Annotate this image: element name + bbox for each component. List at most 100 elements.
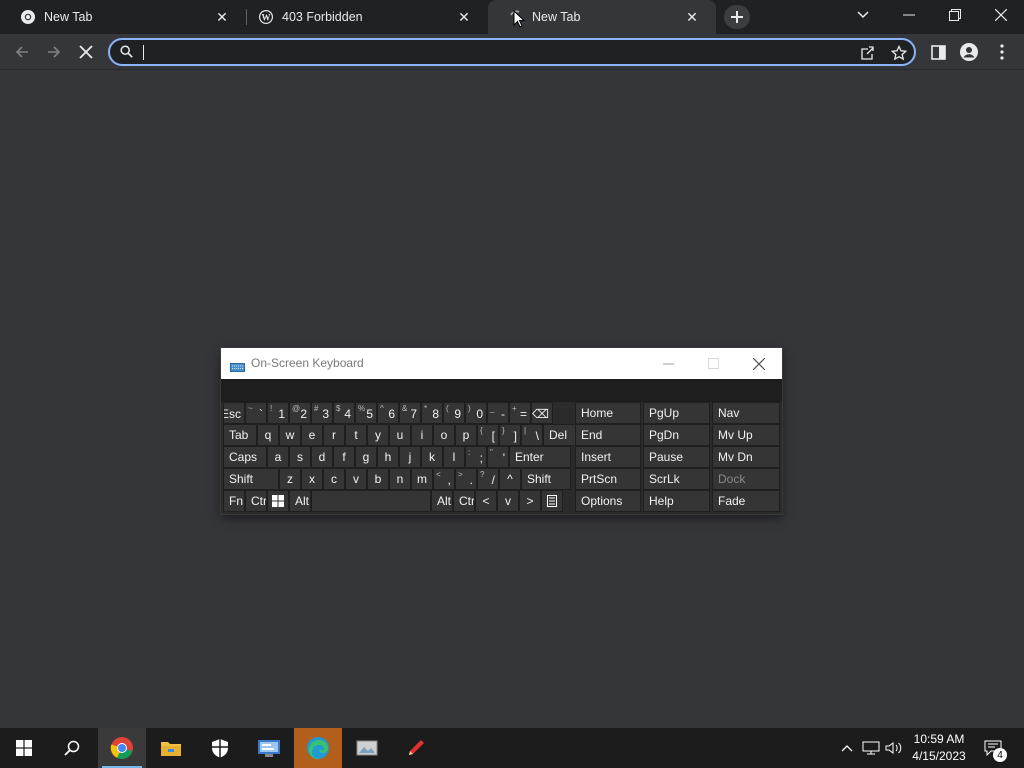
key-l[interactable]: l <box>443 446 465 468</box>
key-sym[interactable]: :; <box>465 446 487 468</box>
address-bar[interactable] <box>108 38 916 66</box>
key-scrlk[interactable]: ScrLk <box>643 468 710 490</box>
key-del[interactable]: Del <box>543 424 577 446</box>
key-sym[interactable]: <, <box>433 468 455 490</box>
taskbar-search-button[interactable] <box>48 728 96 768</box>
key-alt[interactable]: Alt <box>431 490 453 512</box>
key-caps[interactable]: Caps <box>223 446 267 468</box>
key-y[interactable]: y <box>367 424 389 446</box>
key-v[interactable]: v <box>497 490 519 512</box>
taskbar-photos[interactable] <box>343 728 391 768</box>
osk-close-button[interactable] <box>736 348 782 379</box>
network-status[interactable] <box>860 728 882 768</box>
key-nav[interactable]: Nav <box>712 402 780 424</box>
stop-loading-button[interactable] <box>72 38 100 66</box>
profile-button[interactable] <box>955 38 983 66</box>
key-sym[interactable]: ~ ` <box>245 402 267 424</box>
close-tab-icon[interactable]: ✕ <box>214 9 230 25</box>
key-sym[interactable]: _ - <box>487 402 509 424</box>
key-windows[interactable] <box>267 490 289 512</box>
volume-control[interactable] <box>884 728 904 768</box>
key-0[interactable]: ) 0 <box>465 402 487 424</box>
key-home[interactable]: Home <box>575 402 641 424</box>
close-window-button[interactable] <box>978 0 1024 30</box>
key-sym[interactable]: ⌫ <box>531 402 553 424</box>
key-prtscn[interactable]: PrtScn <box>575 468 641 490</box>
new-tab-button[interactable] <box>724 5 750 29</box>
key-fade[interactable]: Fade <box>712 490 780 512</box>
key-ctrl[interactable]: Ctrl <box>453 490 475 512</box>
key-c[interactable]: c <box>323 468 345 490</box>
key-options[interactable]: Options <box>575 490 641 512</box>
key-menu[interactable] <box>541 490 563 512</box>
key-q[interactable]: q <box>257 424 279 446</box>
key-f[interactable]: f <box>333 446 355 468</box>
key-sym[interactable]: < <box>475 490 497 512</box>
key-help[interactable]: Help <box>643 490 710 512</box>
key-o[interactable]: o <box>433 424 455 446</box>
restore-button[interactable] <box>932 0 978 30</box>
key-esc[interactable]: Esc <box>223 402 245 424</box>
key-m[interactable]: m <box>411 468 433 490</box>
key-r[interactable]: r <box>323 424 345 446</box>
key-p[interactable]: p <box>455 424 477 446</box>
menu-button[interactable] <box>988 38 1016 66</box>
key-insert[interactable]: Insert <box>575 446 641 468</box>
osk-maximize-button[interactable] <box>690 348 736 379</box>
key-pgup[interactable]: PgUp <box>643 402 710 424</box>
minimize-button[interactable] <box>886 0 932 30</box>
key-w[interactable]: w <box>279 424 301 446</box>
key-tab[interactable]: Tab <box>223 424 257 446</box>
key-alt[interactable]: Alt <box>289 490 311 512</box>
show-hidden-icons-button[interactable] <box>838 728 856 768</box>
key-z[interactable]: z <box>279 468 301 490</box>
key-6[interactable]: ^ 6 <box>377 402 399 424</box>
key-sym[interactable]: + = <box>509 402 531 424</box>
close-tab-icon[interactable]: ✕ <box>456 9 472 25</box>
key-space[interactable] <box>311 490 431 512</box>
key-sym[interactable]: {[ <box>477 424 499 446</box>
key-end[interactable]: End <box>575 424 641 446</box>
taskbar-chrome[interactable] <box>98 728 146 768</box>
key-n[interactable]: n <box>389 468 411 490</box>
key-7[interactable]: & 7 <box>399 402 421 424</box>
key-t[interactable]: t <box>345 424 367 446</box>
key-sym[interactable]: > <box>519 490 541 512</box>
key-fn[interactable]: Fn <box>223 490 245 512</box>
key-3[interactable]: #3 <box>311 402 333 424</box>
close-tab-icon[interactable]: ✕ <box>684 9 700 25</box>
key-sym[interactable]: ^ <box>499 468 521 490</box>
key-u[interactable]: u <box>389 424 411 446</box>
key-g[interactable]: g <box>355 446 377 468</box>
key-shift[interactable]: Shift <box>521 468 571 490</box>
key-k[interactable]: k <box>421 446 443 468</box>
key-s[interactable]: s <box>289 446 311 468</box>
key-pause[interactable]: Pause <box>643 446 710 468</box>
key-sym[interactable]: >. <box>455 468 477 490</box>
key-2[interactable]: @2 <box>289 402 311 424</box>
key-h[interactable]: h <box>377 446 399 468</box>
key-4[interactable]: $4 <box>333 402 355 424</box>
key-enter[interactable]: Enter <box>509 446 571 468</box>
key-pgdn[interactable]: PgDn <box>643 424 710 446</box>
key-a[interactable]: a <box>267 446 289 468</box>
share-icon[interactable] <box>858 44 876 62</box>
tab-new-tab-1[interactable]: New Tab ✕ <box>0 0 246 34</box>
side-panel-button[interactable] <box>924 38 952 66</box>
tab-search-button[interactable] <box>840 0 886 30</box>
taskbar-control-panel[interactable] <box>245 728 293 768</box>
taskbar-pen-app[interactable] <box>392 728 440 768</box>
key-d[interactable]: d <box>311 446 333 468</box>
key-ctrl[interactable]: Ctrl <box>245 490 267 512</box>
key-8[interactable]: * 8 <box>421 402 443 424</box>
taskbar-windows-security[interactable] <box>196 728 244 768</box>
key-shift[interactable]: Shift <box>223 468 279 490</box>
key-1[interactable]: ! 1 <box>267 402 289 424</box>
back-button[interactable] <box>8 38 36 66</box>
tab-403-forbidden[interactable]: W 403 Forbidden ✕ <box>238 0 488 34</box>
key-sym[interactable]: | \ <box>521 424 543 446</box>
key-mv-dn[interactable]: Mv Dn <box>712 446 780 468</box>
key-j[interactable]: j <box>399 446 421 468</box>
osk-title-bar[interactable]: On-Screen Keyboard <box>221 348 782 379</box>
system-clock[interactable]: 10:59 AM 4/15/2023 <box>906 731 972 765</box>
